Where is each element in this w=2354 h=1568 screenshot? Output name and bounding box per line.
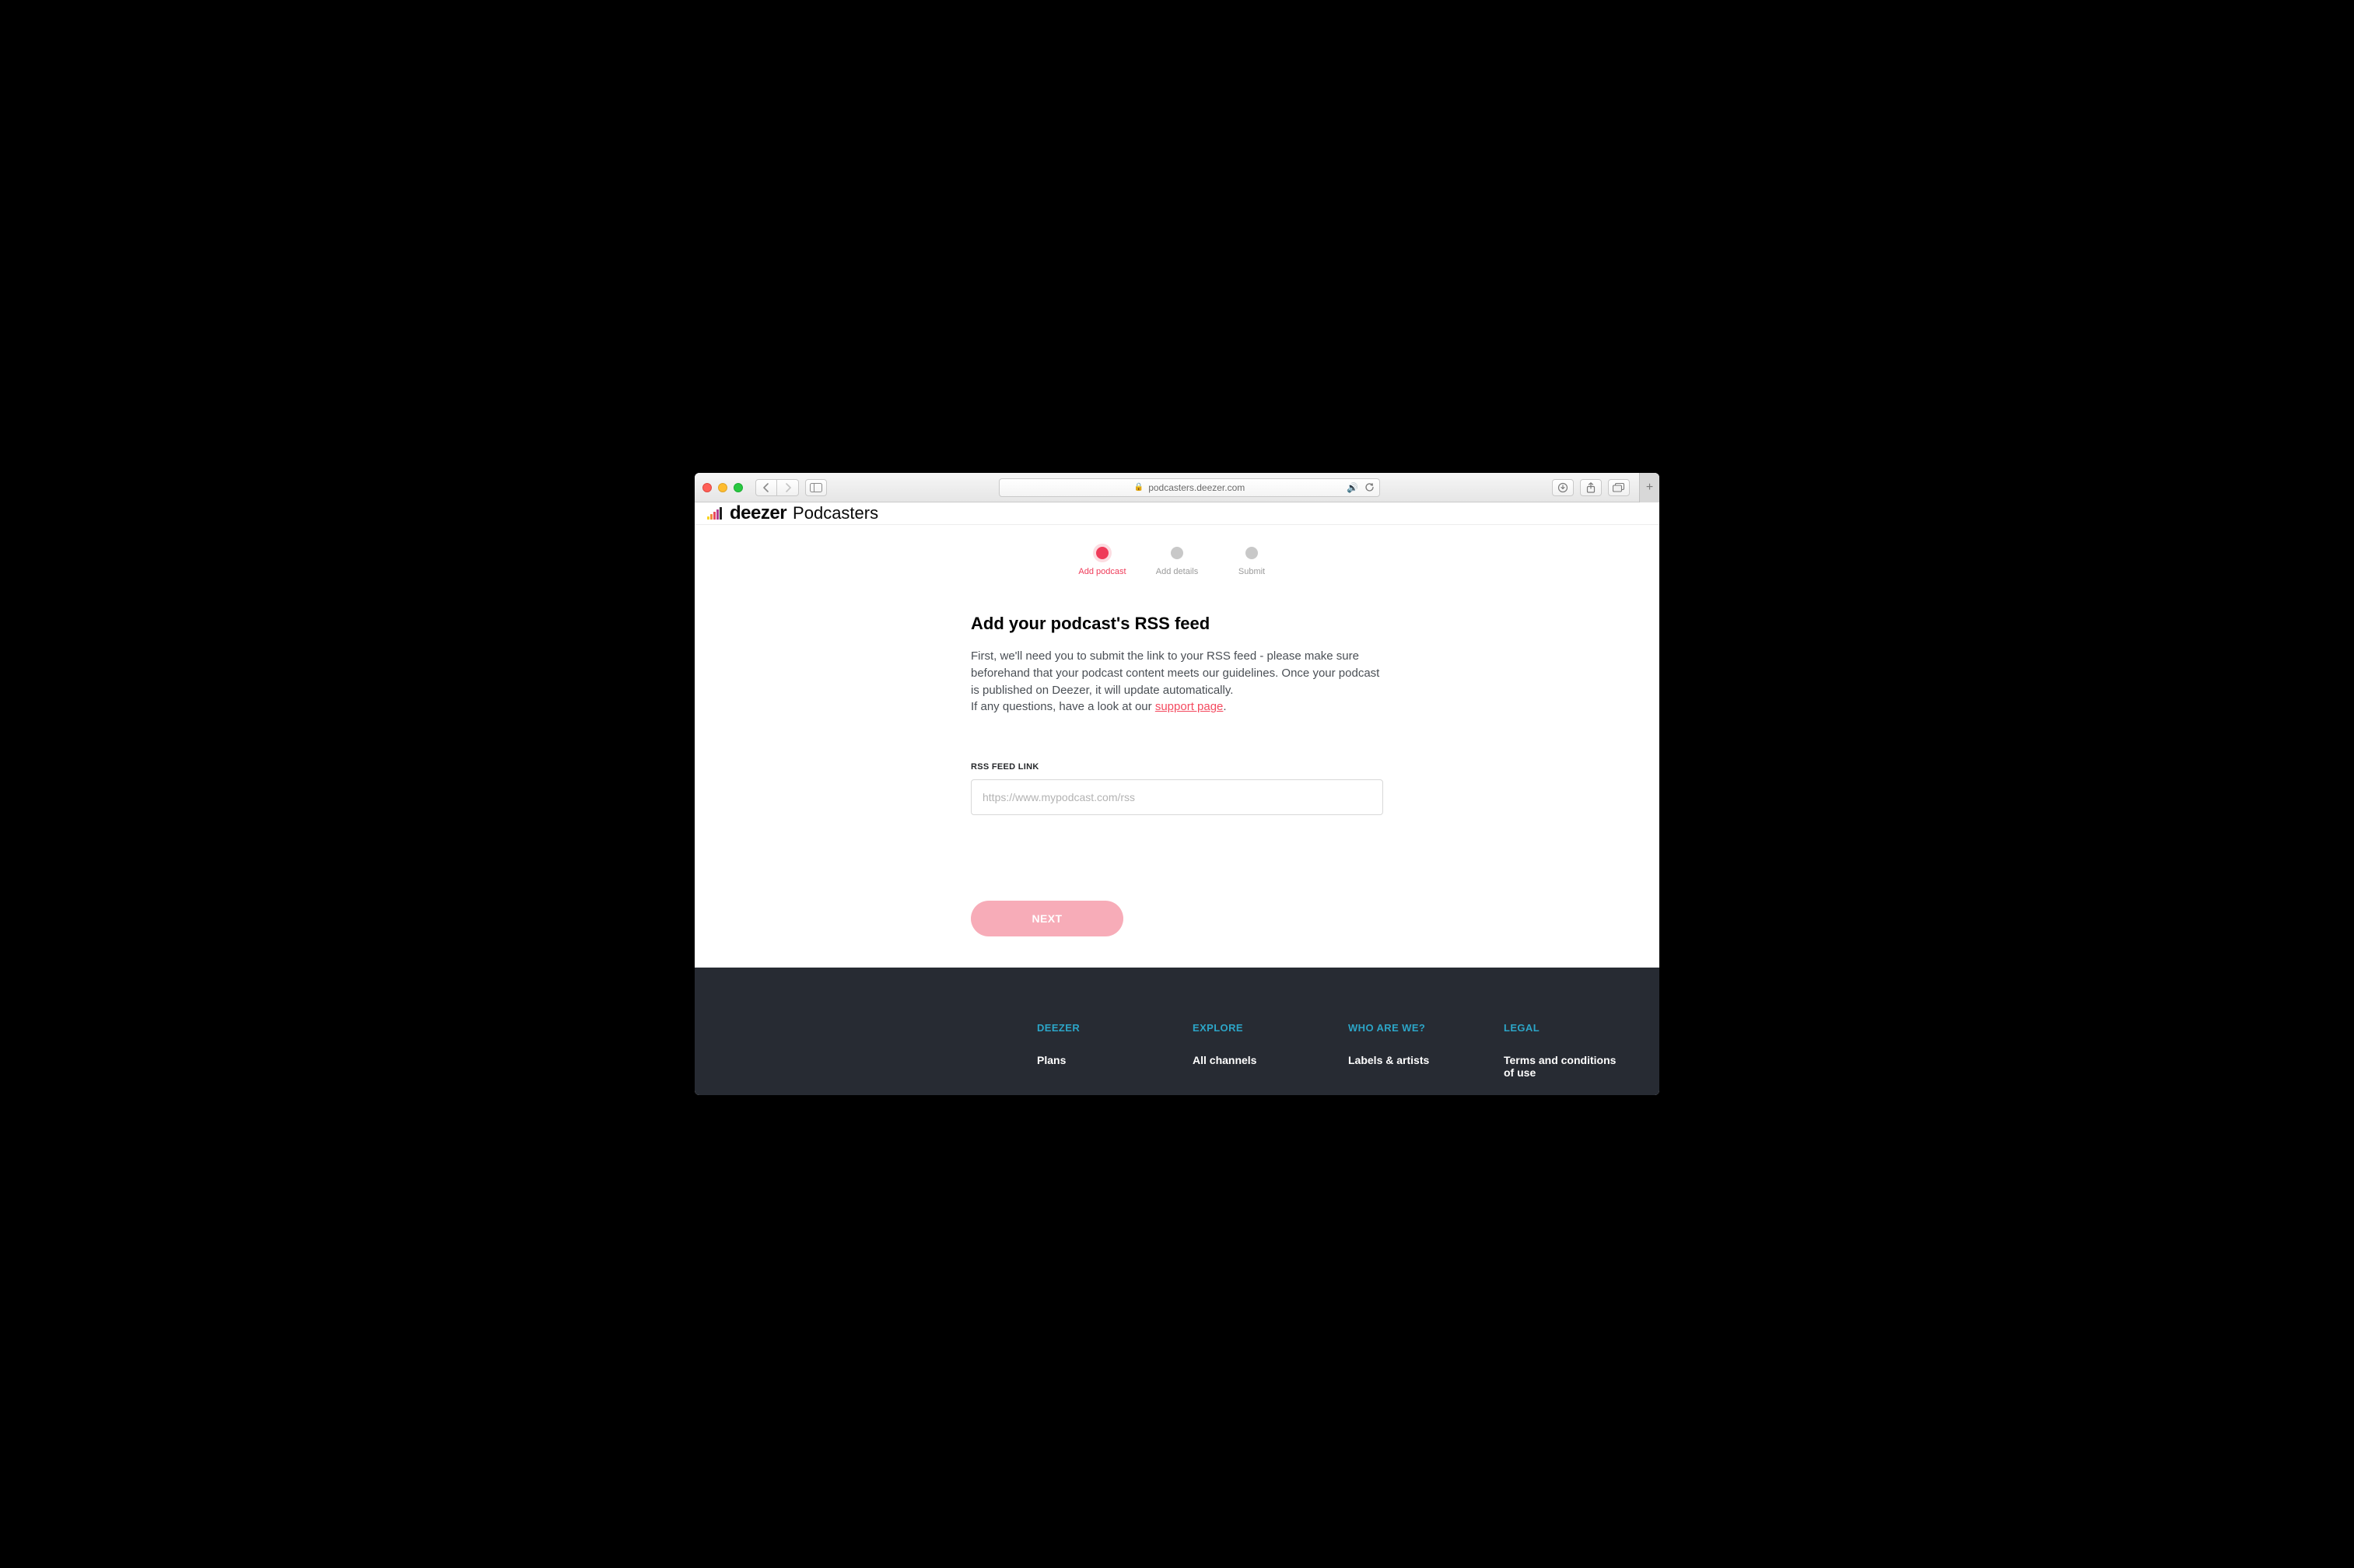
step-submit: Submit xyxy=(1214,547,1289,576)
footer-link[interactable]: All channels xyxy=(1193,1054,1317,1066)
footer-col-deezer: DEEZER Plans xyxy=(1037,1022,1161,1090)
intro-text-2-prefix: If any questions, have a look at our xyxy=(971,700,1155,713)
sidebar-toggle-button[interactable] xyxy=(805,479,827,496)
footer-link[interactable]: Labels & artists xyxy=(1348,1054,1473,1066)
step-label: Add details xyxy=(1156,567,1198,576)
step-add-details: Add details xyxy=(1140,547,1214,576)
footer-col-who: WHO ARE WE? Labels & artists xyxy=(1348,1022,1473,1090)
progress-stepper: Add podcast Add details Submit xyxy=(1065,547,1289,576)
new-tab-button[interactable]: + xyxy=(1639,473,1659,502)
site-footer: DEEZER Plans EXPLORE All channels WHO AR… xyxy=(695,968,1659,1095)
lock-icon: 🔒 xyxy=(1134,483,1144,492)
intro-text-2-suffix: . xyxy=(1223,700,1226,713)
rss-field-label: RSS FEED LINK xyxy=(971,762,1383,772)
support-page-link[interactable]: support page xyxy=(1155,700,1224,713)
product-name: Podcasters xyxy=(793,503,878,523)
intro-paragraph: First, we'll need you to submit the link… xyxy=(971,648,1383,716)
step-dot-icon xyxy=(1096,547,1109,559)
step-dot-icon xyxy=(1171,547,1183,559)
reload-button[interactable] xyxy=(1364,482,1375,492)
footer-link[interactable]: Terms and conditions of use xyxy=(1504,1054,1628,1079)
intro-text-1: First, we'll need you to submit the link… xyxy=(971,649,1379,697)
site-header: deezer Podcasters xyxy=(695,502,1659,525)
step-label: Submit xyxy=(1238,567,1265,576)
page-heading: Add your podcast's RSS feed xyxy=(971,614,1383,634)
audio-icon[interactable]: 🔊 xyxy=(1347,482,1358,493)
footer-col-explore: EXPLORE All channels xyxy=(1193,1022,1317,1090)
page-content: deezer Podcasters Add podcast Add detail… xyxy=(695,502,1659,1095)
rss-feed-input[interactable] xyxy=(971,779,1383,815)
step-dot-icon xyxy=(1245,547,1258,559)
minimize-window-button[interactable] xyxy=(718,483,727,492)
downloads-button[interactable] xyxy=(1552,479,1574,496)
main-content: Add your podcast's RSS feed First, we'll… xyxy=(969,614,1385,968)
browser-titlebar: 🔒 podcasters.deezer.com 🔊 + xyxy=(695,473,1659,502)
footer-heading: LEGAL xyxy=(1504,1022,1628,1034)
window-controls xyxy=(702,483,743,492)
tabs-button[interactable] xyxy=(1608,479,1630,496)
fullscreen-window-button[interactable] xyxy=(734,483,743,492)
footer-link[interactable]: Plans xyxy=(1037,1054,1161,1066)
next-button[interactable]: NEXT xyxy=(971,901,1123,936)
nav-back-forward xyxy=(755,479,799,496)
back-button[interactable] xyxy=(755,479,777,496)
footer-heading: WHO ARE WE? xyxy=(1348,1022,1473,1034)
footer-col-legal: LEGAL Terms and conditions of use xyxy=(1504,1022,1628,1090)
footer-heading: EXPLORE xyxy=(1193,1022,1317,1034)
step-label: Add podcast xyxy=(1078,567,1126,576)
address-bar[interactable]: 🔒 podcasters.deezer.com 🔊 xyxy=(999,478,1380,497)
deezer-logo-icon xyxy=(707,507,722,520)
browser-window: 🔒 podcasters.deezer.com 🔊 + xyxy=(695,473,1659,1095)
step-add-podcast: Add podcast xyxy=(1065,547,1140,576)
share-button[interactable] xyxy=(1580,479,1602,496)
url-text: podcasters.deezer.com xyxy=(1148,482,1245,493)
close-window-button[interactable] xyxy=(702,483,712,492)
brand-name: deezer xyxy=(730,502,786,524)
forward-button[interactable] xyxy=(777,479,799,496)
footer-heading: DEEZER xyxy=(1037,1022,1161,1034)
